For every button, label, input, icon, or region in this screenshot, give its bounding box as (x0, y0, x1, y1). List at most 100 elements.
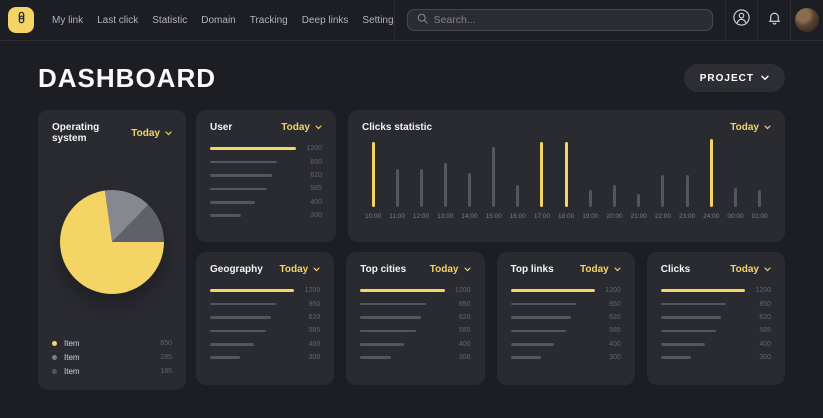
nav-item-last-click[interactable]: Last click (97, 15, 138, 26)
bar-track (210, 316, 294, 319)
bar-row: 850 (511, 297, 621, 310)
card-title: Operating system (52, 122, 131, 144)
bar (492, 147, 495, 207)
bar-track (360, 330, 444, 333)
period-dropdown[interactable]: Today (281, 122, 322, 133)
bar-row: 300 (511, 351, 621, 364)
bar-track (511, 356, 595, 359)
bar (661, 303, 727, 306)
bar-row: 300 (210, 351, 320, 364)
period-dropdown[interactable]: Today (430, 264, 471, 275)
nav-item-statistic[interactable]: Statistic (152, 15, 187, 26)
bar-value: 400 (745, 341, 771, 348)
card-clicks-statistic: Clicks statistic Today 10:00 11:00 (348, 110, 785, 242)
bar-track (661, 356, 745, 359)
bar-row: 585 (661, 324, 771, 337)
bar (396, 169, 399, 207)
legend-value: 650 (160, 340, 172, 347)
bar (661, 356, 691, 359)
notifications-button[interactable] (757, 0, 790, 40)
bar-value: 620 (294, 314, 320, 321)
period-dropdown[interactable]: Today (730, 122, 771, 133)
bar-value: 300 (595, 354, 621, 361)
bar-value: 400 (595, 341, 621, 348)
time-label: 12:00 (413, 213, 429, 220)
bar-value: 300 (294, 354, 320, 361)
account-button[interactable] (725, 0, 758, 40)
bar-value: 400 (296, 199, 322, 206)
bar-track (511, 343, 595, 346)
bar-row: 400 (210, 338, 320, 351)
bar (420, 169, 423, 207)
time-label: 10:00 (365, 213, 381, 220)
project-dropdown[interactable]: PROJECT (684, 64, 785, 92)
search-input[interactable] (434, 14, 703, 26)
bar-list: 1200 850 620 585 (196, 142, 336, 232)
bar-row: 585 (360, 324, 470, 337)
bar (734, 188, 737, 207)
card-title: Geography (210, 264, 263, 275)
bar-list: 1200 850 620 585 (497, 284, 635, 374)
bar-column: 01:00 (752, 139, 768, 220)
bar-row: 1200 (511, 284, 621, 297)
bar (661, 289, 745, 292)
bar-list: 1200 850 620 585 (346, 284, 484, 374)
period-dropdown[interactable]: Today (280, 264, 321, 275)
bar (444, 163, 447, 207)
bar-row: 585 (210, 182, 322, 195)
search-box[interactable] (407, 9, 713, 31)
period-dropdown[interactable]: Today (131, 128, 172, 139)
bar (210, 330, 266, 333)
bar (511, 303, 577, 306)
bar-row: 620 (210, 311, 320, 324)
bar (511, 356, 541, 359)
nav-item-deep-links[interactable]: Deep links (302, 15, 349, 26)
legend-item: Item 285 (52, 353, 172, 362)
nav-item-tracking[interactable]: Tracking (250, 15, 288, 26)
period-dropdown[interactable]: Today (730, 264, 771, 275)
bar-value: 585 (294, 327, 320, 334)
search-icon (417, 11, 428, 29)
bar-column: 16:00 (510, 139, 526, 220)
bar-value: 850 (445, 301, 471, 308)
bar-track (210, 330, 294, 333)
app-logo[interactable] (8, 7, 34, 33)
period-dropdown[interactable]: Today (580, 264, 621, 275)
bar-track (661, 316, 745, 319)
bar-value: 620 (296, 172, 322, 179)
bar (661, 343, 705, 346)
bar-row: 400 (210, 196, 322, 209)
chevron-down-icon (761, 73, 769, 84)
legend-value: 285 (160, 354, 172, 361)
bar (511, 330, 567, 333)
bar-row: 1200 (360, 284, 470, 297)
nav-item-my-link[interactable]: My link (52, 15, 83, 26)
nav-item-setting[interactable]: Setting (362, 15, 393, 26)
bar-value: 620 (445, 314, 471, 321)
bar-track (661, 330, 745, 333)
bar (758, 190, 761, 207)
bar-value: 400 (445, 341, 471, 348)
card-top-links: Top links Today 1200 (497, 252, 635, 385)
bar (589, 190, 592, 207)
bar-row: 620 (360, 311, 470, 324)
time-label: 00:00 (727, 213, 743, 220)
profile-button[interactable] (790, 0, 823, 40)
pie-chart-area (38, 144, 186, 339)
bar-track (360, 343, 444, 346)
bar-track (210, 188, 296, 191)
card-title: Clicks statistic (362, 122, 432, 133)
bar (210, 188, 267, 191)
time-label: 24:00 (703, 213, 719, 220)
bar-column: 14:00 (461, 139, 477, 220)
nav-item-domain[interactable]: Domain (201, 15, 235, 26)
legend-dot (52, 341, 57, 346)
bar-row: 1200 (210, 284, 320, 297)
bar-row: 1200 (661, 284, 771, 297)
bar-column: 11:00 (389, 139, 405, 220)
bar-track (511, 303, 595, 306)
link-icon (15, 11, 28, 29)
bar-list: 1200 850 620 585 (647, 284, 785, 374)
pie-chart (60, 190, 164, 294)
time-label: 11:00 (389, 213, 405, 220)
